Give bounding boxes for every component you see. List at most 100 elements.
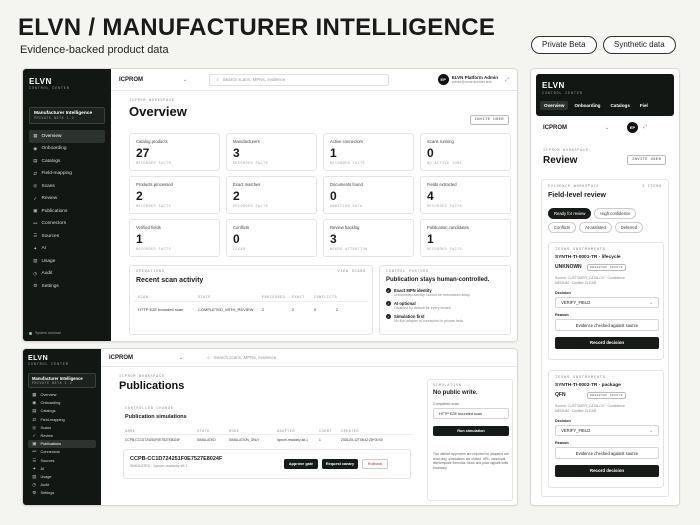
reason-input[interactable]: Evidence checked against source [555, 447, 659, 459]
scan-conflicts: 0 [314, 307, 317, 312]
sidebar-item-usage[interactable]: ▥ Usage [28, 473, 96, 481]
sidebar-item-sources[interactable]: ☰ Sources [28, 457, 96, 465]
expand-icon[interactable]: ⤢ [643, 124, 647, 130]
run-simulation-button[interactable]: Run simulation [433, 426, 509, 436]
metric-card-documents-found[interactable]: Documents found 0 AWAITING DATA [323, 176, 414, 214]
filter-deferred[interactable]: Deferred [614, 222, 644, 233]
page-eyebrow: ICPROM WORKSPACE [129, 99, 175, 103]
workspace-switcher[interactable]: Manufacturer Intelligence PRIVATE BETA 1… [28, 373, 96, 388]
workspace-select[interactable]: ICPROM ⌄ [543, 125, 609, 131]
invite-user-button[interactable]: INVITE USER [469, 115, 509, 125]
expand-icon[interactable]: ⤢ [505, 77, 509, 83]
filter-conflicts[interactable]: Conflicts [548, 222, 577, 233]
decision-select[interactable]: VERIFY_FIELD ⌄ [555, 297, 659, 308]
sidebar-item-onboarding[interactable]: ◉ Onboarding [29, 143, 105, 156]
sidebar-item-label: AI [41, 246, 47, 252]
reason-input[interactable]: Evidence checked against source [555, 319, 659, 331]
control-item-desc: Disabled by default for every tenant. [394, 306, 452, 310]
search-input[interactable]: ⌕ Search scans, MPNs, evidence [209, 73, 390, 86]
filter-ready-for-review[interactable]: Ready for review [548, 208, 592, 219]
request-canary-button[interactable]: Request canary [322, 459, 358, 469]
chevron-down-icon: ⌄ [183, 76, 188, 83]
record-decision-button[interactable]: Record decision [555, 465, 659, 477]
sources-icon: ☰ [32, 457, 37, 463]
sidebar-item-label: Overview [41, 133, 62, 139]
hero-subtitle: Evidence-backed product data [20, 44, 169, 56]
scans-icon: ◎ [33, 183, 38, 189]
system-status: System nominal [29, 331, 61, 335]
search-input[interactable]: ⌕ Search scans, MPNs, evidence [201, 353, 351, 363]
sidebar-item-audit[interactable]: ◷ Audit [28, 481, 96, 489]
sidebar-item-usage[interactable]: ▥ Usage [29, 255, 105, 268]
sidebar-item-label: Usage [40, 474, 52, 479]
sidebar-item-label: Catalogs [40, 409, 56, 414]
metric-card-scans-running[interactable]: Scans running 0 NO ACTIVE JOBS [420, 133, 511, 171]
sidebar-item-catalogs[interactable]: ▤ Catalogs [29, 155, 105, 168]
decision-select[interactable]: VERIFY_FIELD ⌄ [555, 425, 659, 436]
sidebar-item-scans[interactable]: ◎ Scans [28, 424, 96, 432]
completed-scan-select[interactable]: HTTP E2E bounded scan [433, 408, 509, 419]
metric-label: Conflicts [233, 225, 250, 230]
metric-card-publication-candidates[interactable]: Publication candidates 1 RECORDED FACTS [420, 219, 511, 257]
workspace-select[interactable]: ICPROM ⌄ [111, 77, 187, 83]
view-scans-link[interactable]: VIEW SCANS [337, 270, 366, 274]
metric-meta: RECORDED FACTS [233, 204, 269, 208]
sidebar-item-connectors[interactable]: ⚯ Connectors [29, 218, 105, 231]
workspace-select-label: ICPROM [543, 125, 567, 131]
sidebar-item-review[interactable]: ✓ Review [29, 193, 105, 206]
workspace-select-label: ICPROM [119, 76, 143, 83]
metric-card-conflicts[interactable]: Conflicts 0 CLEAR [226, 219, 317, 257]
sidebar-item-ai[interactable]: ✦ AI [28, 465, 96, 473]
item-badge: OBSERVED_SOURCE [587, 264, 627, 271]
filter-ai-assisted[interactable]: AI-assisted [579, 222, 612, 233]
sidebar-item-ai[interactable]: ✦ AI [29, 243, 105, 256]
control-item: ✓ Exact MPN identity Unbounded identity ca… [386, 288, 506, 297]
rollback-button[interactable]: Rollback [362, 459, 388, 469]
sidebar-item-field-mapping[interactable]: ⇄ Field-mapping [29, 168, 105, 181]
metric-card-catalog-products[interactable]: Catalog products 27 RECORDED FACTS [129, 133, 220, 171]
sidebar-item-overview[interactable]: ▦ Overview [29, 130, 105, 143]
sidebar-item-settings[interactable]: ⚙ Settings [29, 280, 105, 293]
sidebar-item-publications[interactable]: ▣ Publications [29, 205, 105, 218]
sidebar-item-connectors[interactable]: ⚯ Connectors [28, 448, 96, 456]
metric-card-manufacturers[interactable]: Manufacturers 3 RECORDED FACTS [226, 133, 317, 171]
sidebar-item-audit[interactable]: ◷ Audit [29, 268, 105, 281]
workspace-switcher[interactable]: Manufacturer Intelligence PRIVATE BETA 1… [29, 107, 105, 124]
sidebar-item-onboarding[interactable]: ◉ Onboarding [28, 399, 96, 407]
sidebar-item-field-mapping[interactable]: ⇄ Field-mapping [28, 416, 96, 424]
review-filters: Ready for review High confidence Conflicts… [548, 208, 666, 233]
metric-label: Catalog products [136, 139, 168, 144]
approve-gate-button[interactable]: Approve gate [284, 459, 318, 469]
metric-card-verified-fields[interactable]: Verified fields 1 RECORDED FACTS [129, 219, 220, 257]
tab-catalogs[interactable]: Catalogs [606, 101, 633, 110]
publications-icon: ▣ [32, 441, 37, 447]
scan-exact: 2 [292, 307, 295, 312]
publications-window: ELVN CONTROL CENTER Manufacturer Intelli… [22, 348, 518, 506]
metric-card-exact-matches[interactable]: Exact matches 2 RECORDED FACTS [226, 176, 317, 214]
sidebar-item-scans[interactable]: ◎ Scans [29, 180, 105, 193]
metric-card-products-processed[interactable]: Products processed 2 RECORDED FACTS [129, 176, 220, 214]
user-menu[interactable]: EP ELVN Platform Admin admin@controlcent… [437, 74, 517, 85]
filter-high-confidence[interactable]: High confidence [594, 208, 637, 219]
avatar[interactable]: EP [627, 122, 638, 133]
record-decision-button[interactable]: Record decision [555, 337, 659, 349]
metric-value: 0 [330, 189, 337, 203]
sidebar-item-review[interactable]: ✓ Review [28, 432, 96, 440]
item-mpn: SYNTH-TI-0002-TR · package [555, 383, 621, 388]
metric-value: 1 [427, 232, 434, 246]
sidebar-item-publications[interactable]: ▣ Publications [28, 440, 96, 449]
invite-user-button[interactable]: INVITE USER [627, 155, 667, 165]
workspace-select[interactable]: ICPROM ⌄ [101, 355, 183, 361]
sidebar-item-overview[interactable]: ▦ Overview [28, 391, 96, 399]
metric-card-active-connectors[interactable]: Active connectors 1 RECORDED FACTS [323, 133, 414, 171]
sidebar-item-settings[interactable]: ⚙ Settings [28, 489, 96, 497]
tab-onboarding[interactable]: Onboarding [570, 101, 604, 110]
completed-scan-value: HTTP E2E bounded scan [439, 411, 482, 416]
sidebar-item-sources[interactable]: ☰ Sources [29, 230, 105, 243]
sidebar-item-catalogs[interactable]: ▤ Catalogs [28, 407, 96, 415]
tab-fiel[interactable]: Fiel [636, 101, 652, 110]
tab-overview[interactable]: Overview [540, 101, 569, 110]
metric-card-fields-extracted[interactable]: Fields extracted 4 RECORDED FACTS [420, 176, 511, 214]
metric-card-review-backlog[interactable]: Review backlog 3 NEEDS ATTENTION [323, 219, 414, 257]
publication-simulations: CONTROLLED CHANGE Publication simulation… [119, 405, 417, 501]
